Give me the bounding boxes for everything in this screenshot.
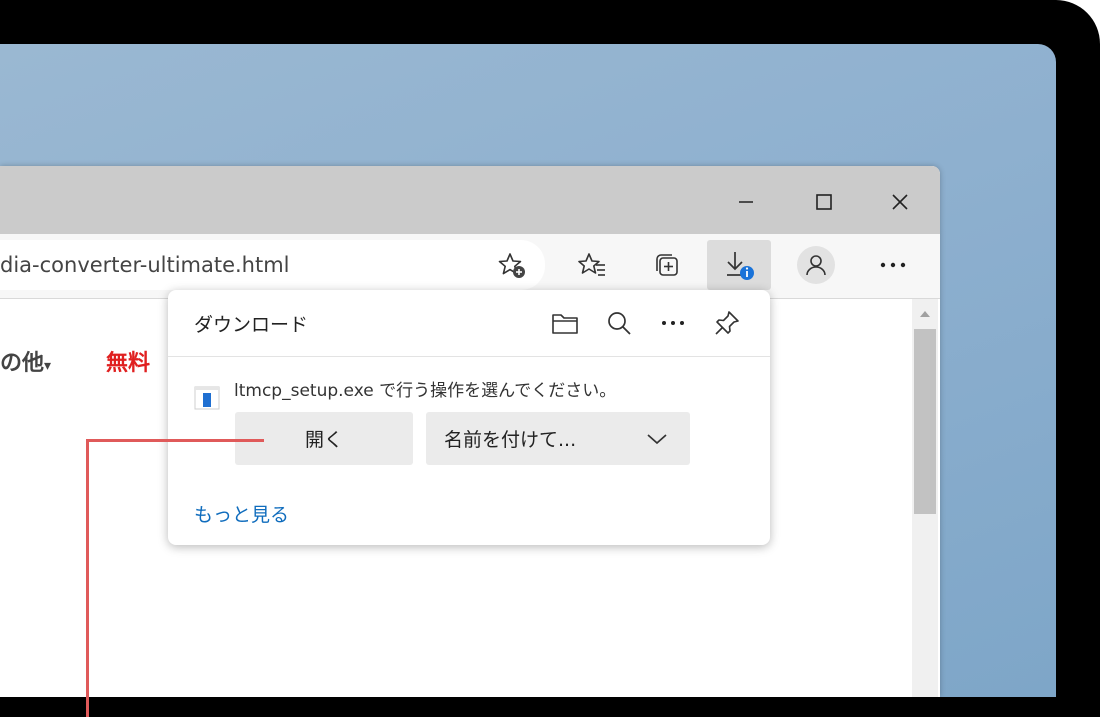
search-icon (608, 312, 631, 335)
pin-downloads-button[interactable] (708, 304, 746, 342)
close-button[interactable] (880, 182, 920, 222)
pin-icon (715, 311, 739, 335)
minimize-icon (739, 201, 753, 203)
address-text: dia-converter-ultimate.html (0, 253, 290, 277)
save-as-button[interactable]: 名前を付けて... (426, 412, 690, 465)
nav-item-other[interactable]: の他▾ (0, 345, 51, 377)
add-favorite-button[interactable] (486, 240, 538, 290)
avatar-icon (797, 246, 835, 284)
scroll-up-arrow-icon[interactable] (912, 303, 938, 325)
annotation-line-vertical (86, 440, 89, 717)
installer-file-icon (194, 386, 220, 410)
downloads-button[interactable] (707, 240, 771, 290)
favorites-button[interactable] (566, 240, 618, 290)
favorites-list-icon (578, 253, 605, 276)
profile-button[interactable] (790, 240, 842, 290)
search-downloads-button[interactable] (600, 304, 638, 342)
downloads-more-options-button[interactable] (654, 304, 692, 342)
vertical-scrollbar[interactable] (912, 299, 938, 697)
collections-button[interactable] (640, 240, 692, 290)
minimize-button[interactable] (726, 182, 766, 222)
scrollbar-thumb[interactable] (914, 329, 936, 514)
title-bar (0, 166, 940, 234)
close-icon (892, 194, 908, 210)
more-dots-icon (662, 321, 684, 325)
maximize-button[interactable] (804, 182, 844, 222)
nav-item-free[interactable]: 無料 (106, 345, 150, 377)
caret-down-icon: ▾ (44, 358, 52, 374)
panel-divider (168, 356, 770, 357)
chevron-down-icon[interactable] (646, 432, 668, 446)
collections-icon (656, 254, 678, 276)
open-downloads-folder-button[interactable] (546, 304, 584, 342)
download-icon (727, 252, 754, 280)
folder-icon (552, 314, 578, 334)
download-prompt-message: ltmcp_setup.exe で行う操作を選んでください。 (234, 381, 617, 401)
settings-more-button[interactable] (867, 240, 919, 290)
downloads-panel: ダウンロード ltmcp_setup.exe で行う操作を選んでください。 開く (168, 290, 770, 545)
star-add-icon (498, 253, 525, 278)
more-dots-icon (880, 262, 906, 268)
annotation-line-horizontal (86, 439, 264, 442)
downloads-panel-title: ダウンロード (194, 314, 309, 336)
see-more-link[interactable]: もっと見る (194, 500, 289, 527)
address-bar[interactable]: dia-converter-ultimate.html (0, 240, 545, 290)
maximize-icon (816, 194, 832, 210)
